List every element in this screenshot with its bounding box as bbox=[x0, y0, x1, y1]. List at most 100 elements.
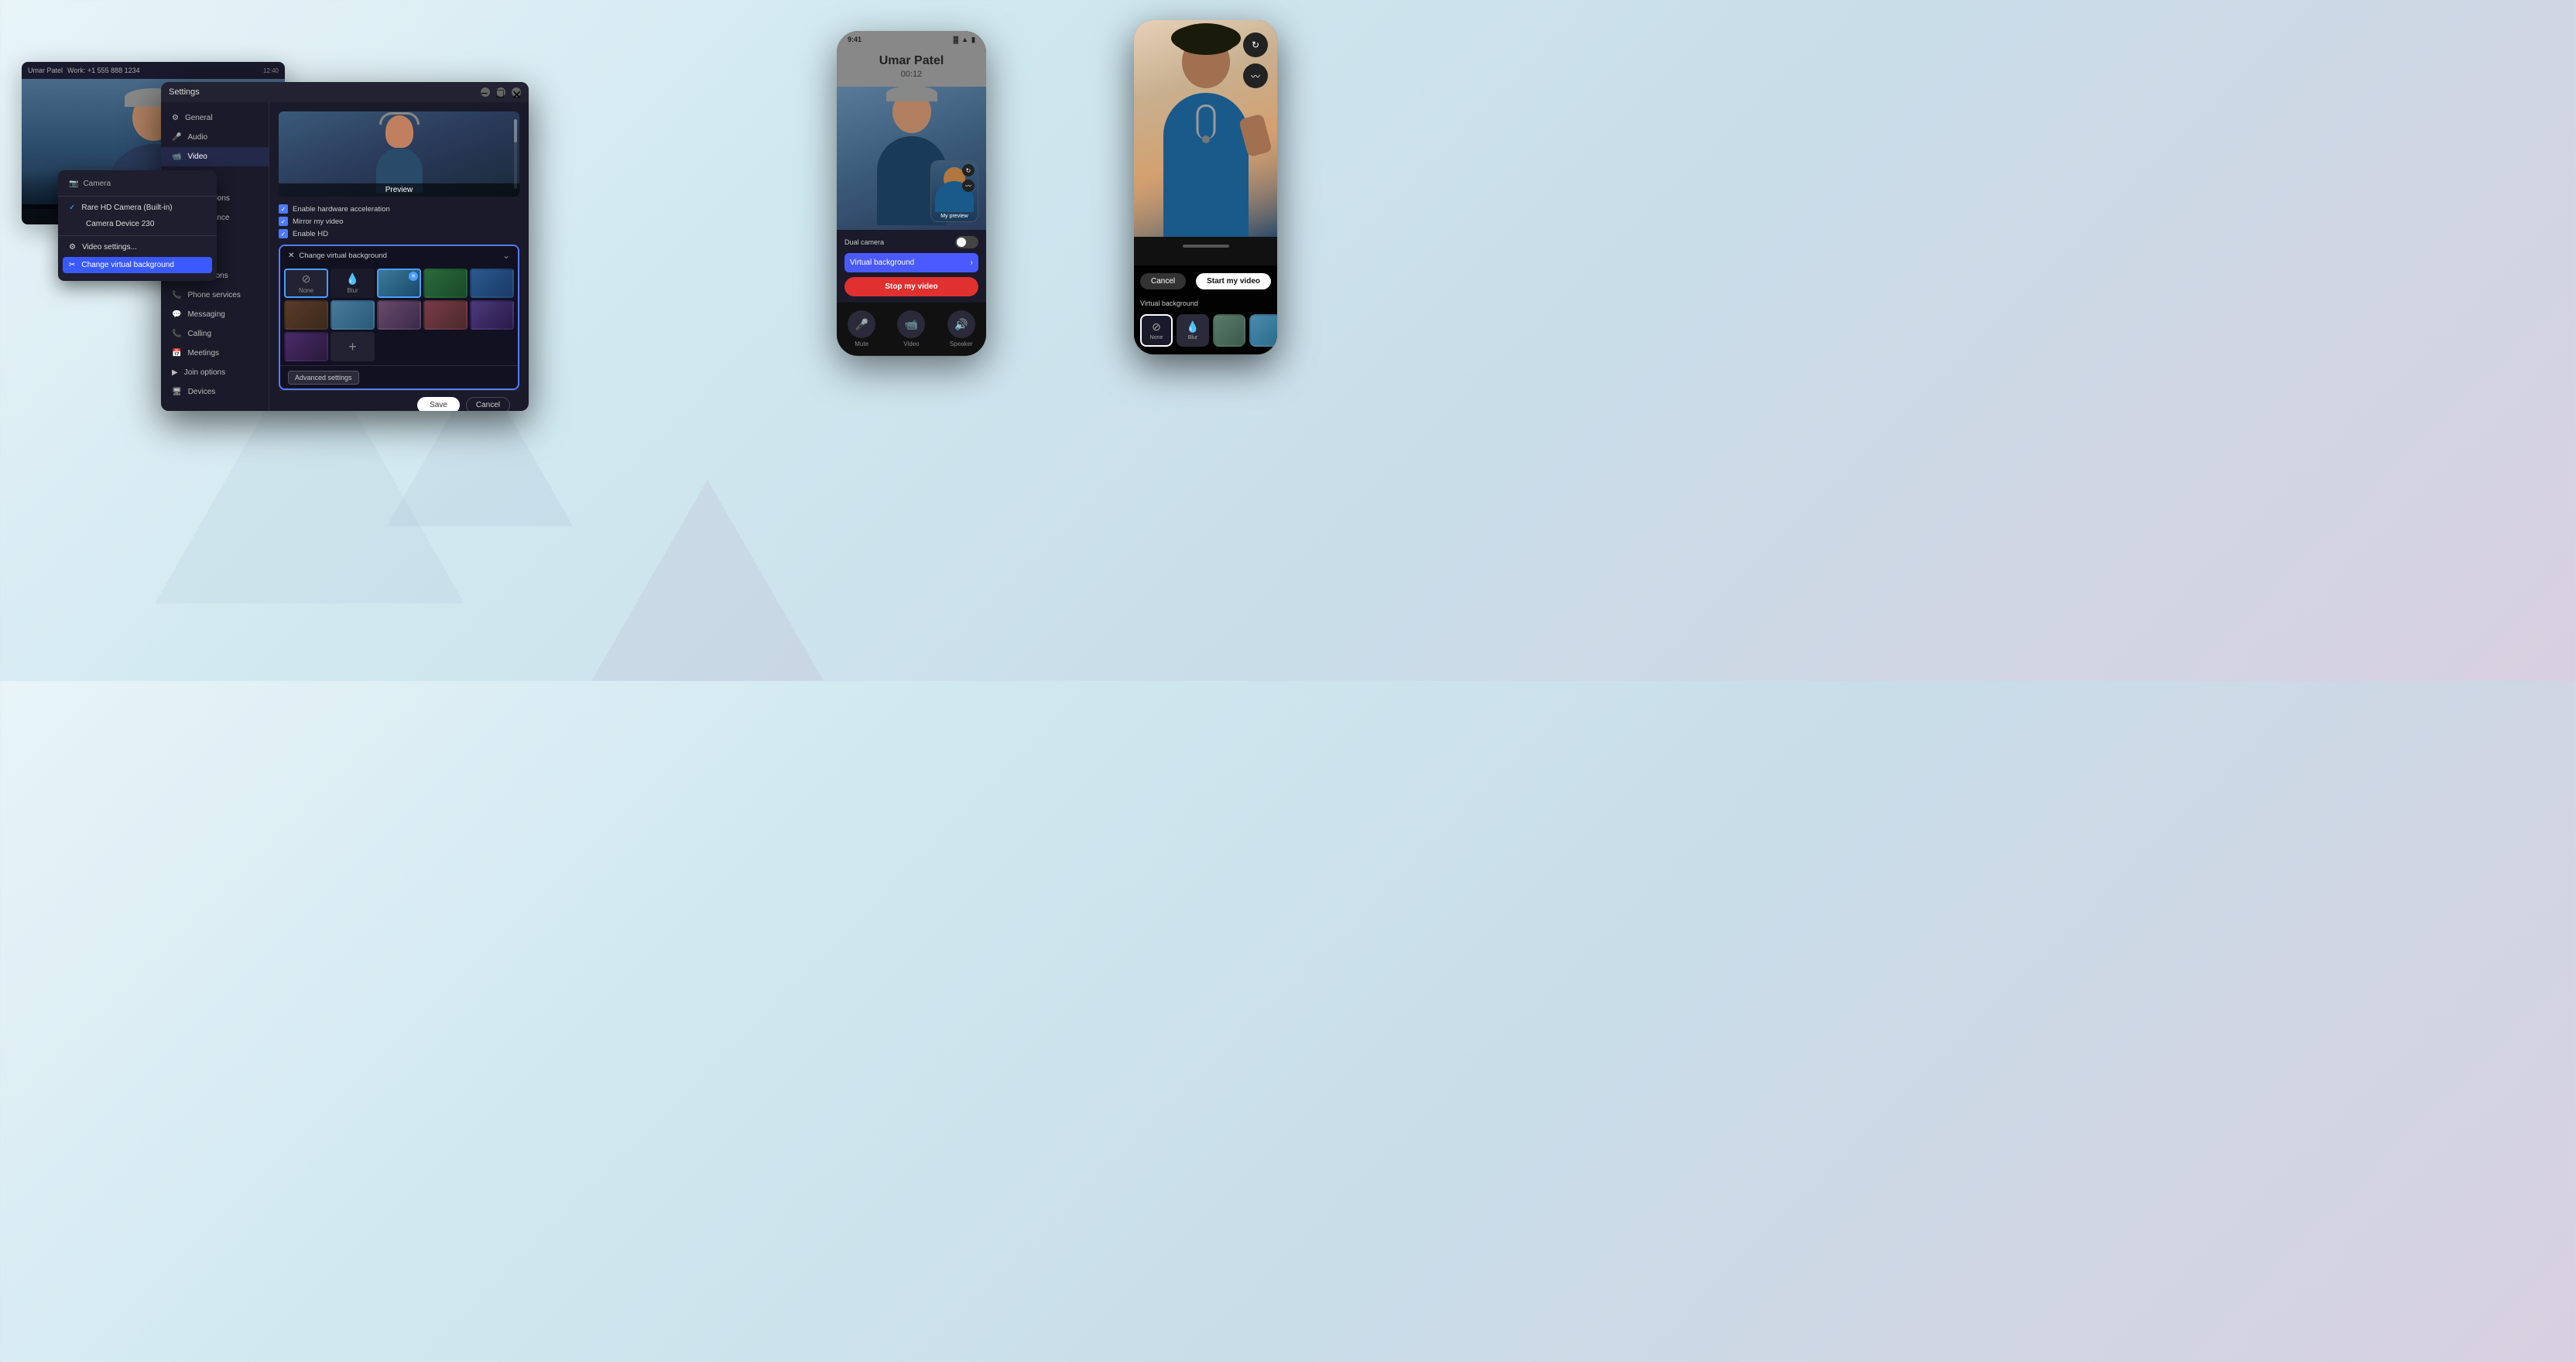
nav-video[interactable]: 📹 Video bbox=[161, 147, 269, 166]
camera-dropdown: 📷 Camera ✓ Rare HD Camera (Built-in) Cam… bbox=[58, 170, 217, 281]
checkmark-icon: ✓ bbox=[69, 204, 75, 212]
phone-bottom-controls: 🎤 Mute 📹 Video 🔊 Speaker bbox=[837, 303, 986, 355]
save-button[interactable]: Save bbox=[417, 397, 460, 411]
window-controls: − □ ✕ bbox=[481, 87, 521, 97]
nav-audio[interactable]: 🎤 Audio bbox=[161, 128, 269, 147]
nav-general[interactable]: ⚙ General bbox=[161, 108, 269, 128]
phone2-blur-option[interactable]: 💧 Blur bbox=[1177, 314, 1209, 347]
hw-accel-checkbox[interactable]: ✓ bbox=[279, 204, 288, 214]
stethoscope-graphic bbox=[1196, 104, 1215, 139]
phone2-action-row: Cancel Start my video bbox=[1140, 273, 1271, 289]
wifi-icon: ▲ bbox=[961, 36, 968, 44]
vbg-grid: ⊘ None 💧 Blur ✕ bbox=[280, 265, 518, 365]
phone-call-header: Umar Patel 00:12 bbox=[837, 48, 986, 87]
dropdown-separator-1 bbox=[58, 196, 217, 197]
phone-bottom-panel: Dual camera Virtual background › Stop my… bbox=[837, 230, 986, 303]
stethoscope-end bbox=[1202, 135, 1210, 143]
phone2-bg-options: ⊘ None 💧 Blur › bbox=[1140, 314, 1271, 347]
caller-head bbox=[892, 91, 931, 133]
cancel-button[interactable]: Cancel bbox=[466, 397, 510, 411]
virtual-bg-button[interactable]: Virtual background › bbox=[844, 253, 978, 272]
battery-icon: ▮ bbox=[971, 36, 975, 44]
video-settings-item[interactable]: ⚙ Video settings... bbox=[58, 239, 217, 255]
selected-badge: ✕ bbox=[409, 272, 418, 281]
hd-checkbox[interactable]: ✓ bbox=[279, 229, 288, 238]
effects-icon[interactable]: 〰 bbox=[962, 180, 975, 192]
nav-messaging[interactable]: 💬 Messaging bbox=[161, 305, 269, 324]
call-duration: 00:12 bbox=[848, 70, 975, 79]
settings-title: Settings bbox=[169, 87, 200, 97]
camera-switch-icon[interactable]: ↻ bbox=[962, 164, 975, 176]
phone-mute-btn[interactable]: 🎤 Mute bbox=[848, 310, 875, 347]
vbg-img-6[interactable] bbox=[377, 300, 421, 330]
preview-head bbox=[385, 115, 413, 148]
phone2-start-video-button[interactable]: Start my video bbox=[1196, 273, 1271, 289]
minimize-button[interactable]: − bbox=[481, 87, 490, 97]
video-preview-box: Preview bbox=[279, 111, 519, 197]
join-icon: ▶ bbox=[172, 368, 178, 377]
advanced-settings-button[interactable]: Advanced settings bbox=[288, 371, 359, 385]
nav-calling[interactable]: 📞 Calling bbox=[161, 324, 269, 344]
phone-video-btn[interactable]: 📹 Video bbox=[897, 310, 925, 347]
vbg-img-7[interactable] bbox=[423, 300, 468, 330]
calling-icon: 📞 bbox=[172, 330, 181, 338]
general-icon: ⚙ bbox=[172, 114, 179, 122]
vbg-blur[interactable]: 💧 Blur bbox=[331, 269, 375, 298]
nav-meetings[interactable]: 📅 Meetings bbox=[161, 344, 269, 363]
status-time: 9:41 bbox=[848, 36, 862, 43]
camera-icon: 📷 bbox=[69, 180, 78, 188]
dropdown-separator-2 bbox=[58, 235, 217, 236]
video-icon-container: 📹 bbox=[897, 310, 925, 338]
phone2-cancel-button[interactable]: Cancel bbox=[1140, 273, 1186, 289]
nav-join[interactable]: ▶ Join options bbox=[161, 363, 269, 382]
preview-scrollbar[interactable] bbox=[514, 119, 517, 189]
vbg-img-8[interactable] bbox=[470, 300, 514, 330]
close-button[interactable]: ✕ bbox=[512, 87, 521, 97]
stop-video-button[interactable]: Stop my video bbox=[844, 277, 978, 296]
phone-speaker-btn[interactable]: 🔊 Speaker bbox=[947, 310, 975, 347]
vbg-img-1[interactable]: ✕ bbox=[377, 269, 421, 298]
phone-video-area: ↻ 〰 My preview bbox=[837, 87, 986, 230]
app-titlebar: Umar Patel Work: +1 555 888 1234 12:40 bbox=[22, 62, 285, 79]
devices-icon: 🖥 bbox=[172, 388, 182, 396]
nav-phone[interactable]: 📞 Phone services bbox=[161, 286, 269, 305]
dual-camera-toggle[interactable] bbox=[955, 236, 978, 248]
vbg-img-2[interactable] bbox=[423, 269, 468, 298]
virtual-bg-panel: ✕ Change virtual background ⌄ ⊘ None 💧 B… bbox=[279, 245, 519, 390]
preview-person bbox=[368, 115, 430, 193]
doc-head bbox=[1182, 36, 1230, 88]
vbg-img-3[interactable] bbox=[470, 269, 514, 298]
gear-icon: ⚙ bbox=[69, 243, 76, 252]
phone-status-bar: 9:41 ▓ ▲ ▮ bbox=[837, 31, 986, 48]
maximize-button[interactable]: □ bbox=[496, 87, 505, 97]
camera-option-2[interactable]: Camera Device 230 bbox=[58, 216, 217, 232]
vbg-img-9[interactable] bbox=[284, 332, 328, 361]
blur-icon: 💧 bbox=[346, 272, 359, 286]
toggle-knob bbox=[957, 238, 966, 247]
effects-button[interactable]: 〰 bbox=[1243, 63, 1268, 88]
phone2-beach-option[interactable] bbox=[1249, 314, 1277, 347]
phone2-none-option[interactable]: ⊘ None bbox=[1140, 314, 1173, 347]
vbg-add[interactable]: + bbox=[331, 332, 375, 361]
dual-camera-label: Dual camera bbox=[844, 238, 884, 246]
nav-devices[interactable]: 🖥 Devices bbox=[161, 382, 269, 402]
bg-decoration-2 bbox=[591, 480, 824, 681]
effects-wave-icon: 〰 bbox=[1251, 70, 1260, 83]
change-vbg-item[interactable]: ✂ Change virtual background bbox=[63, 257, 212, 273]
camera-option-1[interactable]: ✓ Rare HD Camera (Built-in) bbox=[58, 200, 217, 216]
vbg-none[interactable]: ⊘ None bbox=[284, 269, 328, 298]
phone2-top-controls: ↻ 〰 bbox=[1243, 33, 1268, 88]
camera-flip-button[interactable]: ↻ bbox=[1243, 33, 1268, 57]
signal-icon: ▓ bbox=[954, 36, 959, 44]
phone2-room-option[interactable] bbox=[1213, 314, 1245, 347]
caller-name: Umar Patel bbox=[848, 54, 975, 68]
titlebar-info: Umar Patel Work: +1 555 888 1234 bbox=[28, 67, 140, 74]
mirror-checkbox[interactable]: ✓ bbox=[279, 217, 288, 226]
vbg-collapse-icon[interactable]: ⌄ bbox=[502, 250, 510, 261]
vbg-close-icon: ✕ bbox=[288, 252, 294, 260]
vbg-img-4[interactable] bbox=[284, 300, 328, 330]
mute-icon-container: 🎤 bbox=[848, 310, 875, 338]
caller-headphones bbox=[886, 87, 937, 101]
vbg-img-5[interactable] bbox=[331, 300, 375, 330]
preview-label: Preview bbox=[279, 183, 519, 197]
